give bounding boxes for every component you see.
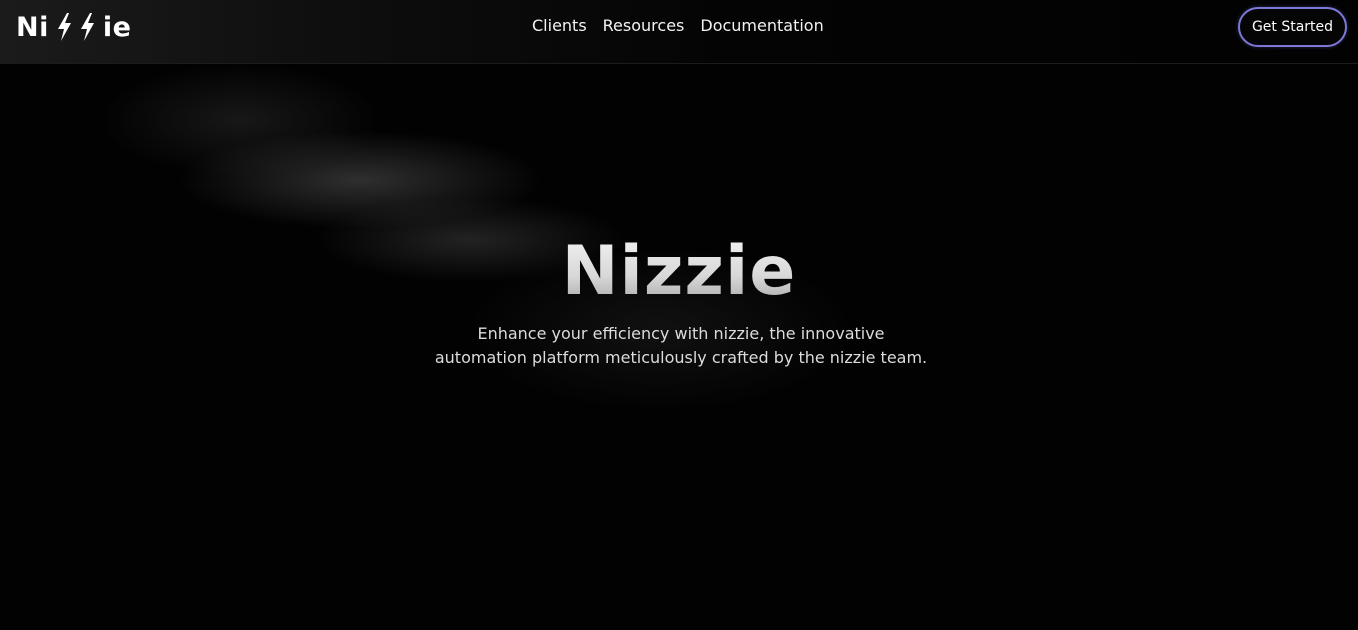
brand-logo[interactable]: Ni ie <box>16 10 131 44</box>
main-nav: Clients Resources Documentation <box>532 16 824 36</box>
lightning-bolt-icon <box>79 12 96 42</box>
lightning-bolt-icon <box>56 12 73 42</box>
landing-page: Ni ie Clients Resources Documentation Ge… <box>0 0 1358 630</box>
site-header: Ni ie Clients Resources Documentation Ge… <box>0 0 1358 64</box>
logo-text-start: Ni <box>16 11 49 43</box>
hero-subtitle: Enhance your efficiency with nizzie, the… <box>434 324 928 367</box>
hero-title: Nizzie <box>0 232 1358 312</box>
nav-item-documentation[interactable]: Documentation <box>700 16 823 36</box>
nav-item-resources[interactable]: Resources <box>603 16 685 36</box>
get-started-button[interactable]: Get Started <box>1238 7 1347 47</box>
nav-item-clients[interactable]: Clients <box>532 16 587 36</box>
logo-text-end: ie <box>102 11 132 43</box>
spotlight-glow <box>0 0 1358 630</box>
